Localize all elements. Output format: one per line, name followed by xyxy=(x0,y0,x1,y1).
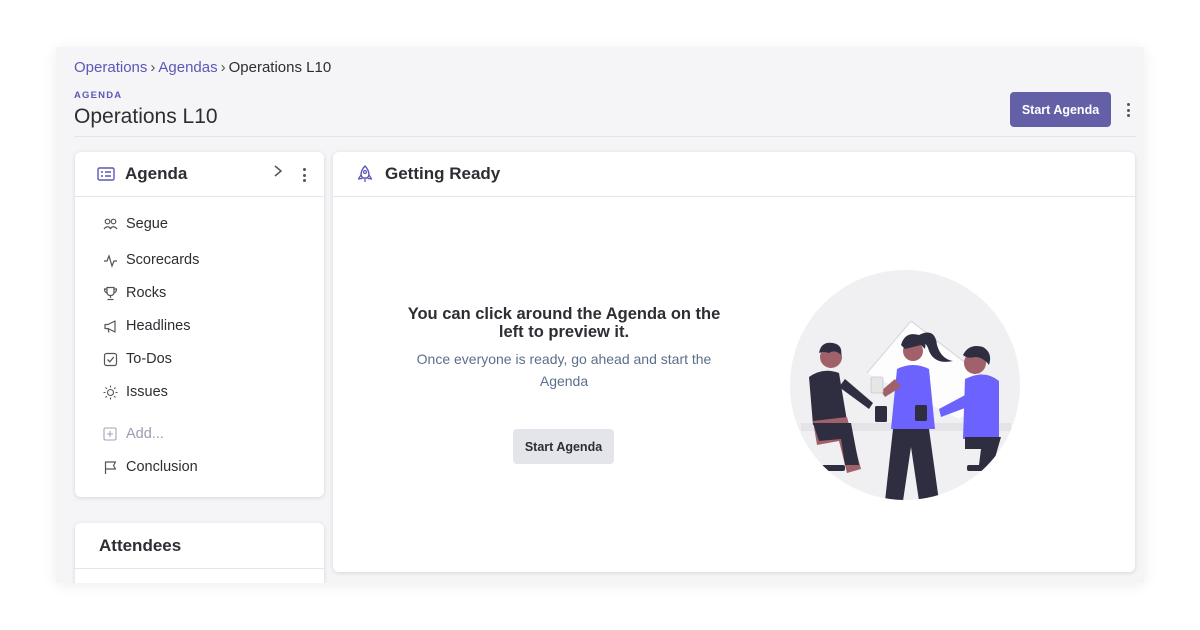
flag-icon xyxy=(102,459,118,475)
breadcrumb: Operations › Agendas › Operations L10 xyxy=(74,59,331,76)
preview-message-subtitle: Once everyone is ready, go ahead and sta… xyxy=(416,351,712,389)
getting-ready-panel: Getting Ready You can click around the A… xyxy=(333,152,1135,572)
header-divider xyxy=(74,136,1136,137)
page-eyebrow: AGENDA xyxy=(74,90,123,101)
breadcrumb-current: Operations L10 xyxy=(228,59,332,76)
agenda-item-label: Headlines xyxy=(126,318,191,334)
agenda-panel-header: Agenda xyxy=(75,152,324,197)
header-more-icon[interactable] xyxy=(1120,99,1136,121)
attendees-panel-header: Attendees xyxy=(75,523,324,569)
trophy-icon xyxy=(102,285,118,301)
agenda-item-rocks[interactable]: Rocks xyxy=(102,285,166,301)
agenda-more-icon[interactable] xyxy=(297,166,311,184)
breadcrumb-agendas-link[interactable]: Agendas xyxy=(158,59,217,76)
page-header: Operations › Agendas › Operations L10 AGENDA… xyxy=(56,47,1144,137)
start-agenda-secondary-button[interactable]: Start Agenda xyxy=(513,429,614,464)
agenda-item-label: Scorecards xyxy=(126,252,200,268)
app-window: Operations › Agendas › Operations L10 AGENDA… xyxy=(56,47,1144,583)
list-icon xyxy=(97,167,115,181)
agenda-item-segue[interactable]: Segue xyxy=(102,216,168,232)
meeting-illustration xyxy=(790,270,1020,500)
agenda-item-label: Rocks xyxy=(126,285,167,301)
attendees-panel-title: Attendees xyxy=(99,535,182,555)
getting-ready-title: Getting Ready xyxy=(385,164,501,183)
start-agenda-button[interactable]: Start Agenda xyxy=(1010,92,1111,127)
agenda-panel: Agenda Segue Scorecards Rocks Headlines xyxy=(75,152,324,497)
agenda-item-scorecards[interactable]: Scorecards xyxy=(102,252,199,268)
getting-ready-header: Getting Ready xyxy=(333,152,1135,197)
breadcrumb-operations-link[interactable]: Operations xyxy=(74,59,147,76)
agenda-item-label: To-Dos xyxy=(126,351,172,367)
agenda-panel-title: Agenda xyxy=(125,164,188,183)
agenda-item-label: Issues xyxy=(126,384,168,400)
plus-icon xyxy=(102,426,118,442)
sun-icon xyxy=(102,384,118,400)
pulse-icon xyxy=(102,252,118,268)
breadcrumb-separator: › xyxy=(150,59,156,76)
preview-message-title: You can click around the Agenda on the l… xyxy=(407,305,721,341)
people-icon xyxy=(102,216,118,232)
agenda-item-label: Conclusion xyxy=(126,459,198,475)
add-agenda-item-button[interactable]: Add... xyxy=(102,426,164,442)
agenda-item-todos[interactable]: To-Dos xyxy=(102,351,172,367)
agenda-item-issues[interactable]: Issues xyxy=(102,384,168,400)
agenda-item-headlines[interactable]: Headlines xyxy=(102,318,191,334)
megaphone-icon xyxy=(102,318,118,334)
agenda-item-conclusion[interactable]: Conclusion xyxy=(102,459,198,475)
chevron-right-icon[interactable] xyxy=(273,164,283,183)
page-title: Operations L10 xyxy=(74,105,218,128)
agenda-item-label: Segue xyxy=(126,216,168,232)
checkbox-icon xyxy=(102,351,118,367)
attendees-panel: Attendees xyxy=(75,523,324,583)
rocket-icon xyxy=(357,165,373,183)
add-item-label: Add... xyxy=(126,426,164,442)
breadcrumb-separator: › xyxy=(220,59,226,76)
